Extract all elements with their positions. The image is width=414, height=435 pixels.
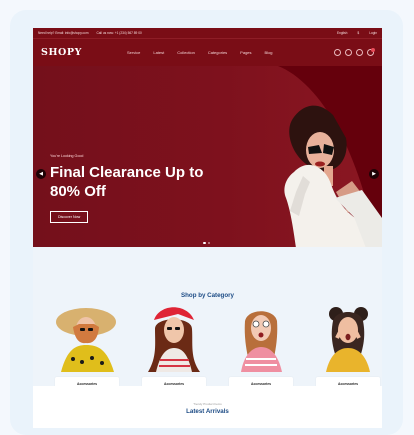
category-cards: Accessories 23 Products Accessories 23 P… <box>55 300 380 400</box>
category-image <box>326 307 370 372</box>
currency-select[interactable]: $ <box>357 31 359 35</box>
logo[interactable]: SHOPY <box>41 47 127 58</box>
pagination-dot[interactable] <box>207 241 210 244</box>
menu-item-service[interactable]: Service <box>127 50 140 55</box>
phone-text: Call us now: +1 (234) 567 89 00 <box>96 31 142 35</box>
main-menu: Service Latest Collection Categories Pag… <box>127 50 273 55</box>
menu-item-collection[interactable]: Collection <box>177 50 195 55</box>
shop-by-category-section: Shop by Category Accessories 23 Products <box>33 247 382 400</box>
login-link[interactable]: Login <box>369 31 377 35</box>
menu-item-latest[interactable]: Latest <box>153 50 164 55</box>
arrivals-kicker: Trendy Product Items <box>193 402 222 406</box>
menu-item-pages[interactable]: Pages <box>240 50 251 55</box>
latest-arrivals-section: Trendy Product Items Latest Arrivals <box>33 386 382 428</box>
cart-icon[interactable] <box>367 48 375 56</box>
hero-pagination <box>203 241 210 244</box>
category-card[interactable]: Accessories 23 Products <box>142 300 206 400</box>
category-card[interactable]: Accessories 23 Products <box>316 300 380 400</box>
category-card[interactable]: Accessories 23 Products <box>229 300 293 400</box>
top-bar: Need help? Email: info@shopy.com Call us… <box>33 28 382 38</box>
prev-arrow-icon[interactable]: ◀ <box>36 169 46 179</box>
menu-item-categories[interactable]: Categories <box>208 50 227 55</box>
hero-title: Final Clearance Up to 80% Off <box>50 164 204 200</box>
hero-banner: You're Looking Good Final Clearance Up t… <box>33 66 382 248</box>
category-image <box>148 307 200 372</box>
menu-item-blog[interactable]: Blog <box>265 50 273 55</box>
search-icon[interactable] <box>334 49 341 56</box>
heart-icon[interactable] <box>356 49 363 56</box>
arrivals-title: Latest Arrivals <box>186 408 229 415</box>
pagination-dot[interactable] <box>203 241 206 244</box>
category-card[interactable]: Accessories 23 Products <box>55 300 119 400</box>
discover-button[interactable]: Discover Now <box>50 211 89 223</box>
next-arrow-icon[interactable]: ▶ <box>369 169 379 179</box>
nav-icons <box>334 48 375 56</box>
cart-badge <box>371 48 375 52</box>
language-select[interactable]: English <box>337 31 347 35</box>
main-navbar: SHOPY Service Latest Collection Categori… <box>33 38 382 66</box>
email-text: Need help? Email: info@shopy.com <box>38 31 89 35</box>
hero-model-image <box>278 66 382 248</box>
category-title: Shop by Category <box>181 292 234 299</box>
category-image <box>56 308 116 372</box>
user-icon[interactable] <box>345 49 352 56</box>
hero-subtitle: You're Looking Good <box>50 154 84 158</box>
website: Need help? Email: info@shopy.com Call us… <box>33 28 382 428</box>
category-image <box>241 311 282 372</box>
